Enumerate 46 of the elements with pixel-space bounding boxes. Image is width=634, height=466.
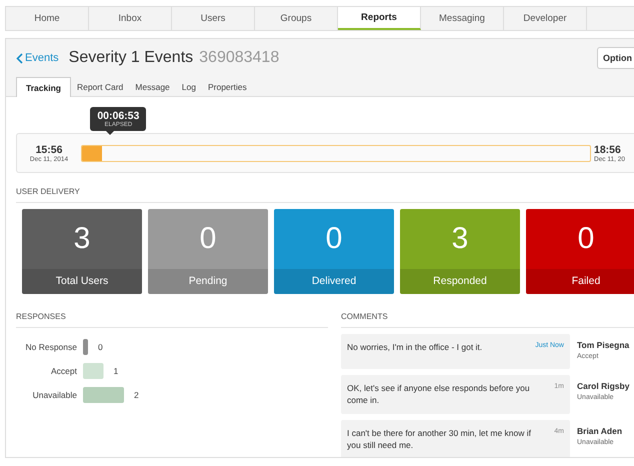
sub-tab[interactable]: Log — [176, 77, 202, 96]
comment-text: OK, let's see if anyone else responds before you come in. — [347, 382, 531, 407]
section-heading: COMMENTS — [341, 312, 634, 328]
event-id: 369083418 — [199, 49, 280, 67]
comment-text: No worries, I'm in the office - I got it. — [347, 341, 484, 354]
section-heading: USER DELIVERY — [16, 187, 634, 203]
sub-tab[interactable]: Message — [129, 77, 176, 96]
value-label: 0 — [98, 342, 103, 352]
options-button[interactable]: Option — [597, 47, 634, 69]
sub-tab[interactable]: Report Card — [70, 77, 130, 96]
value-label: 1 — [114, 366, 118, 376]
comment-text: I can't be there for another 30 min, let me know if you still need me. — [347, 426, 532, 452]
stat-label: Responded — [400, 269, 520, 294]
category-label: Accept — [50, 366, 77, 376]
nav-tab[interactable]: Messaging — [421, 7, 504, 30]
value-label: 2 — [134, 390, 139, 400]
nav-tab[interactable]: Developer — [504, 7, 587, 30]
sub-tab[interactable]: Properties — [202, 77, 253, 96]
end-time: 18:56 — [594, 144, 621, 156]
category-label: Unavailable — [32, 390, 77, 400]
start-time: 15:56 — [36, 144, 62, 156]
user-name: Carol Rigsby — [577, 381, 630, 391]
stat-label: Pending — [148, 269, 268, 294]
chevron-left-icon — [16, 52, 23, 64]
stat-count: 3 — [452, 222, 468, 257]
elapsed-time: 00:06:53 — [97, 110, 140, 122]
stat-count: 0 — [578, 222, 594, 257]
stat-count: 3 — [74, 222, 90, 257]
stat-label: Failed — [526, 269, 634, 294]
user-name: Brian Aden — [577, 426, 622, 436]
section-heading: RESPONSES — [16, 312, 328, 328]
bar — [83, 339, 88, 355]
sub-tab[interactable]: Tracking — [16, 77, 71, 97]
bar — [83, 387, 124, 403]
nav-tab[interactable]: Reports — [338, 7, 421, 30]
stat-label: Total Users — [22, 269, 142, 294]
stat-count: 0 — [326, 222, 342, 257]
user-name: Tom Pisegna — [577, 340, 630, 350]
nav-tab[interactable]: Inbox — [89, 7, 172, 30]
stat-count: 0 — [200, 222, 216, 257]
category-label: No Response — [24, 342, 77, 352]
nav-tab[interactable]: Home — [6, 7, 89, 30]
page-title: Severity 1 Events — [68, 49, 194, 67]
nav-tab[interactable]: Users — [172, 7, 255, 30]
bar — [83, 363, 104, 379]
stat-label: Delivered — [274, 269, 394, 294]
